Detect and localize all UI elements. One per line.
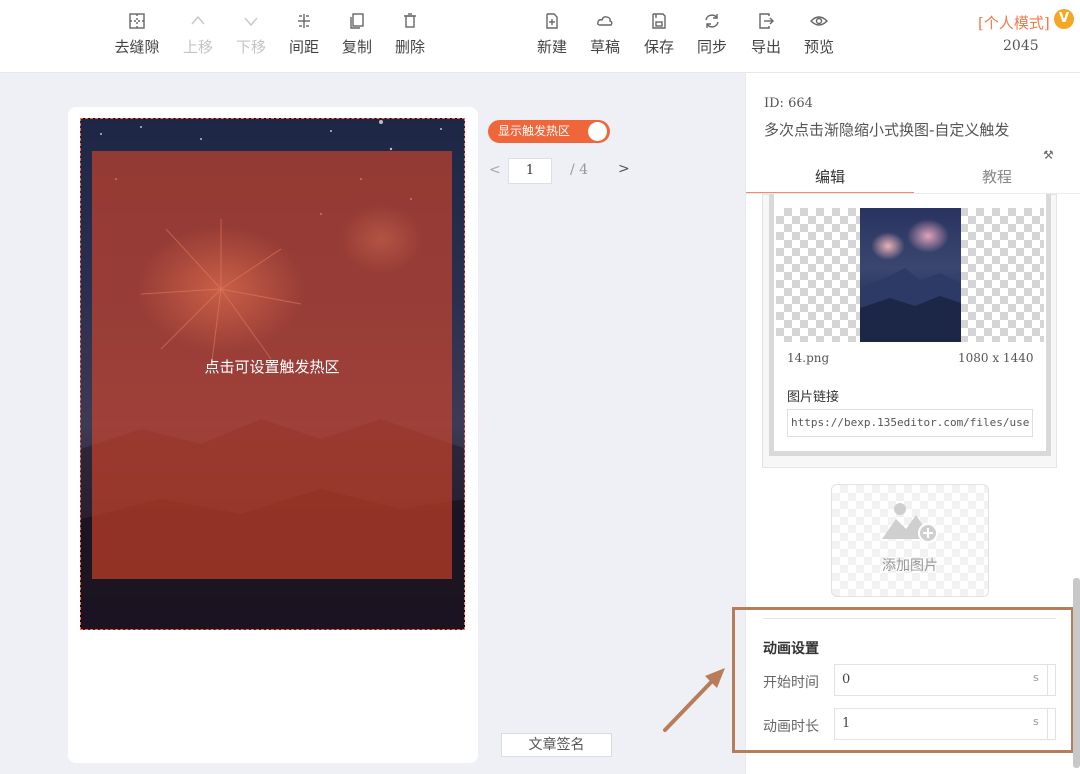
component-title: 多次点击渐隐缩小式换图-自定义触发 [764, 121, 1010, 139]
delete-button[interactable]: 删除 [383, 12, 437, 62]
sync-label: 同步 [696, 38, 727, 56]
preview-button[interactable]: 预览 [792, 12, 846, 62]
vip-badge: V [1054, 9, 1074, 29]
mode-label[interactable]: [个人模式] [978, 12, 1050, 33]
sync-button[interactable]: 同步 [685, 12, 739, 62]
image-link-label: 图片链接 [787, 390, 840, 405]
toggle-knob [588, 122, 607, 141]
copy-label: 复制 [341, 38, 372, 56]
remove-gap-label: 去缝隙 [114, 38, 160, 56]
new-label: 新建 [536, 38, 567, 56]
top-toolbar: 去缝隙 上移 下移 间距 复制 删除 新建 草稿 保存 同步 导出 预览 [个人… [0, 0, 1080, 73]
annotation-arrow-icon [663, 668, 725, 732]
save-icon [652, 13, 666, 29]
move-up-label: 上移 [182, 38, 213, 56]
panel-scrollbar[interactable] [1073, 578, 1080, 768]
new-file-icon [546, 13, 558, 29]
export-label: 导出 [750, 38, 781, 56]
move-up-button[interactable]: 上移 [171, 12, 225, 62]
move-down-label: 下移 [235, 38, 266, 56]
spacing-label: 间距 [288, 38, 319, 56]
page-input[interactable]: 1 [508, 158, 552, 184]
animation-highlight-box [732, 607, 1074, 753]
article-signature-button[interactable]: 文章签名 [501, 733, 612, 757]
image-dimensions: 1080 x 1440 [958, 351, 1034, 365]
save-label: 保存 [643, 38, 674, 56]
preview-label: 预览 [803, 38, 834, 56]
component-id: ID: 664 [764, 96, 813, 111]
export-icon [759, 13, 774, 29]
remove-gap-button[interactable]: 去缝隙 [110, 12, 164, 62]
spacing-icon [298, 14, 310, 28]
draft-label: 草稿 [589, 38, 620, 56]
save-button[interactable]: 保存 [632, 12, 686, 62]
export-button[interactable]: 导出 [739, 12, 793, 62]
toggle-label: 显示触发热区 [498, 124, 571, 138]
next-page-button[interactable]: > [618, 161, 630, 177]
prev-page-button[interactable]: < [489, 162, 501, 178]
cloud-icon [597, 16, 613, 26]
trigger-hotzone[interactable]: 点击可设置触发热区 [92, 151, 452, 579]
image-filename: 14.png [787, 351, 830, 365]
new-button[interactable]: 新建 [525, 12, 579, 62]
delete-label: 删除 [394, 38, 425, 56]
grid-icon [129, 13, 145, 29]
thumbnail-scene [860, 268, 961, 342]
draft-button[interactable]: 草稿 [578, 12, 632, 62]
sync-icon [705, 14, 719, 28]
image-thumbnail[interactable] [860, 208, 961, 342]
hotzone-label: 点击可设置触发热区 [204, 358, 340, 376]
eye-icon [810, 16, 828, 26]
tab-tutorial[interactable]: 教程 [913, 160, 1080, 194]
fireworks-image[interactable]: 点击可设置触发热区 [80, 118, 465, 630]
chevron-down-icon [244, 17, 258, 27]
add-image-icon [882, 503, 938, 543]
tab-edit[interactable]: 编辑 [746, 160, 914, 194]
copy-button[interactable]: 复制 [330, 12, 384, 62]
spacing-button[interactable]: 间距 [277, 12, 331, 62]
copy-icon [350, 13, 364, 29]
add-image-label: 添加图片 [882, 558, 938, 574]
move-down-button[interactable]: 下移 [224, 12, 278, 62]
chevron-up-icon [191, 15, 205, 25]
page-total: / 4 [570, 162, 589, 178]
add-image-button[interactable]: 添加图片 [831, 484, 989, 597]
show-hotzone-toggle[interactable]: 显示触发热区 [488, 120, 610, 143]
trash-icon [404, 13, 416, 28]
image-link-input[interactable]: https://bexp.135editor.com/files/use [787, 409, 1033, 437]
mode-number: 2045 [1003, 38, 1039, 54]
